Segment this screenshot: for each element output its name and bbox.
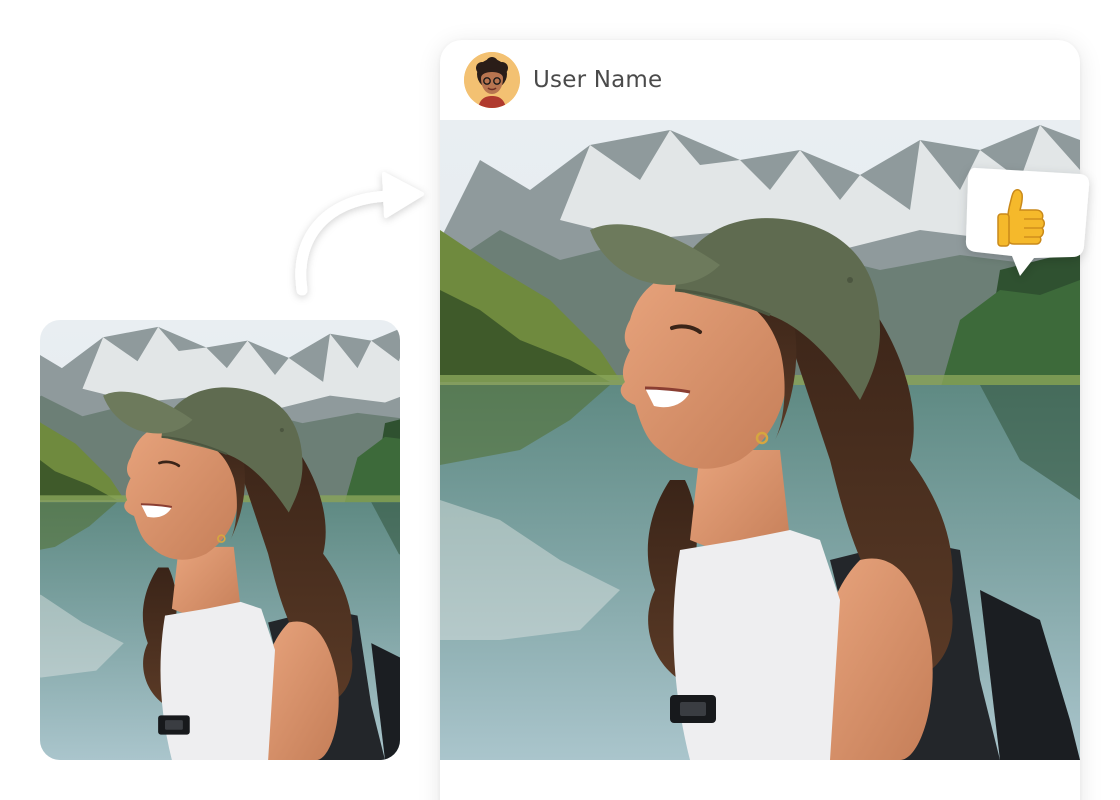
original-photo <box>40 320 400 760</box>
curved-arrow-icon <box>286 168 426 298</box>
user-name[interactable]: User Name <box>533 67 662 93</box>
post-header: User Name <box>440 40 1080 120</box>
social-post-card: User Name <box>440 40 1080 800</box>
like-reaction-bubble <box>962 160 1094 280</box>
avatar[interactable] <box>464 52 520 108</box>
